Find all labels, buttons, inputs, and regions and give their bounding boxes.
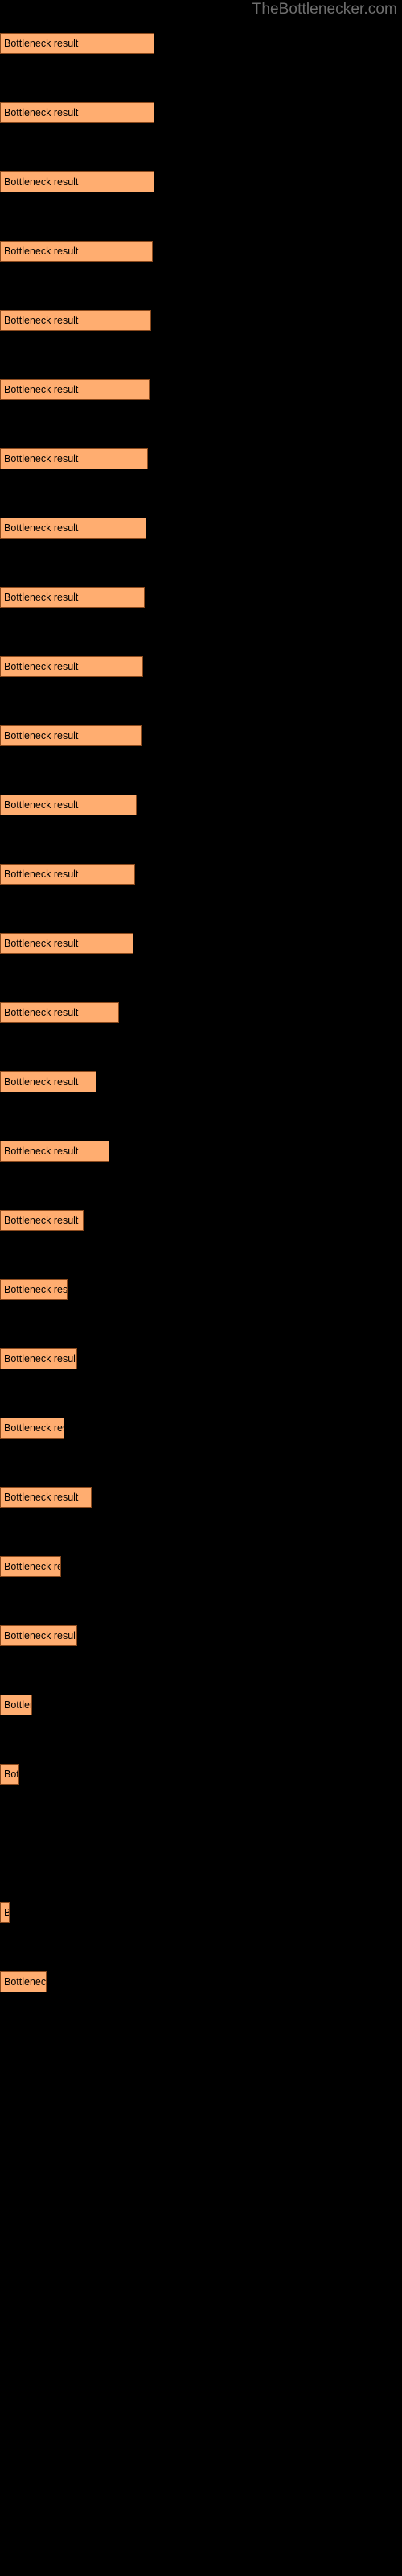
bar-label: Bottleneck result — [4, 1422, 64, 1434]
bar-row: Bottleneck result — [0, 1902, 402, 1923]
bar-label: Bottleneck result — [4, 1076, 79, 1088]
bar-row: Bottleneck result — [0, 448, 402, 469]
bar-label: Bottleneck result — [4, 1907, 9, 1918]
bar-row: Bottleneck result — [0, 1071, 402, 1092]
bar-row: Bottleneck result — [0, 1210, 402, 1231]
bar-row: Bottleneck result — [0, 1556, 402, 1577]
bar[interactable]: Bottleneck result — [0, 656, 143, 677]
bar[interactable]: Bottleneck result — [0, 864, 135, 885]
bar-label: Bottleneck result — [4, 592, 79, 603]
bar-row: Bottleneck result — [0, 1348, 402, 1369]
bar-row: Bottleneck result — [0, 379, 402, 400]
bar-label: Bottleneck result — [4, 799, 79, 811]
bar[interactable]: Bottleneck result — [0, 1487, 92, 1508]
bar-row: Bottleneck result — [0, 656, 402, 677]
bottleneck-bar-chart: TheBottlenecker.com Bottleneck result Bot… — [0, 0, 402, 2576]
bar-label: Bottleneck result — [4, 1492, 79, 1503]
bar-label: Bottleneck result — [4, 938, 79, 949]
bar-label: Bottleneck result — [4, 522, 79, 534]
bar-row: Bottleneck result — [0, 1764, 402, 1785]
bar-label: Bottleneck result — [4, 453, 79, 464]
bar[interactable]: Bottleneck result — [0, 1971, 47, 1992]
bar-label: Bottleneck result — [4, 869, 79, 880]
bar-row: Bottleneck result — [0, 1002, 402, 1023]
bar[interactable]: Bottleneck result — [0, 1002, 119, 1023]
bar-row: Bottleneck result — [0, 1625, 402, 1646]
bar-row: Bottleneck result — [0, 1971, 402, 1992]
bar[interactable]: Bottleneck result — [0, 795, 137, 815]
bar-row: Bottleneck result — [0, 1418, 402, 1439]
bar[interactable]: Bottleneck result — [0, 1210, 84, 1231]
bar[interactable]: Bottleneck result — [0, 1348, 77, 1369]
bar-row: Bottleneck result — [0, 795, 402, 815]
bar[interactable]: Bottleneck result — [0, 1279, 68, 1300]
bar[interactable]: Bottleneck result — [0, 310, 151, 331]
bar-row: Bottleneck result — [0, 102, 402, 123]
bar-label: Bottleneck result — [4, 661, 79, 672]
bar-row: Bottleneck result — [0, 1279, 402, 1300]
bar[interactable]: Bottleneck result — [0, 1141, 109, 1162]
bar[interactable]: Bottleneck result — [0, 241, 153, 262]
bar-row: Bottleneck result — [0, 1695, 402, 1715]
bar[interactable]: Bottleneck result — [0, 1556, 61, 1577]
bars-area: Bottleneck result Bottleneck result Bottle… — [0, 0, 402, 2576]
bar-row: Bottleneck result — [0, 725, 402, 746]
bar-label: Bottleneck result — [4, 1561, 60, 1572]
bar-label: Bottleneck result — [4, 1976, 47, 1988]
bar-row: Bottleneck result — [0, 171, 402, 192]
bar[interactable]: Bottleneck result — [0, 379, 150, 400]
bar[interactable]: Bottleneck result — [0, 102, 154, 123]
bar-label: Bottleneck result — [4, 1630, 77, 1641]
bar-label: Bottleneck result — [4, 246, 79, 257]
bar[interactable]: Bottleneck result — [0, 518, 146, 539]
bar-row: Bottleneck result — [0, 310, 402, 331]
bar-row: Bottleneck result — [0, 241, 402, 262]
bar[interactable]: Bottleneck result — [0, 1902, 10, 1923]
bar-label: Bottleneck result — [4, 176, 79, 188]
bar[interactable]: Bottleneck result — [0, 448, 148, 469]
bar[interactable]: Bottleneck result — [0, 171, 154, 192]
bar[interactable]: Bottleneck result — [0, 1625, 77, 1646]
bar[interactable]: Bottleneck result — [0, 725, 142, 746]
bar-label: Bottleneck result — [4, 1353, 77, 1364]
bar-label: Bottleneck result — [4, 1146, 79, 1157]
bar-label: Bottleneck result — [4, 730, 79, 741]
bar-label: Bottleneck result — [4, 384, 79, 395]
bar-row: Bottleneck result — [0, 864, 402, 885]
bar-row: Bottleneck result — [0, 1141, 402, 1162]
bar-label: Bottleneck result — [4, 1215, 79, 1226]
bar-row: Bottleneck result — [0, 587, 402, 608]
bar-label: Bottleneck result — [4, 107, 79, 118]
bar[interactable]: Bottleneck result — [0, 587, 145, 608]
bar-label: Bottleneck result — [4, 1284, 68, 1295]
bar[interactable]: Bottleneck result — [0, 1695, 32, 1715]
bar-row: Bottleneck result — [0, 518, 402, 539]
bar-label: Bottleneck result — [4, 1769, 19, 1780]
bar[interactable]: Bottleneck result — [0, 933, 133, 954]
bar-label: Bottleneck result — [4, 1699, 31, 1711]
bar-label: Bottleneck result — [4, 1007, 79, 1018]
bar[interactable]: Bottleneck result — [0, 33, 154, 54]
bar[interactable]: Bottleneck result — [0, 1071, 96, 1092]
bar-row: Bottleneck result — [0, 933, 402, 954]
bar-label: Bottleneck result — [4, 38, 79, 49]
bar-label: Bottleneck result — [4, 315, 79, 326]
bar[interactable]: Bottleneck result — [0, 1764, 19, 1785]
bar-row: Bottleneck result — [0, 1487, 402, 1508]
bar-row: Bottleneck result — [0, 33, 402, 54]
bar-row: Bottleneck result — [0, 1833, 402, 1854]
bar[interactable]: Bottleneck result — [0, 1418, 64, 1439]
